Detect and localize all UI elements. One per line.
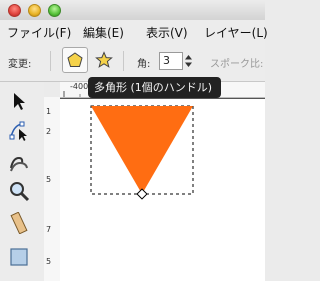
- corners-input[interactable]: 3: [159, 52, 183, 70]
- vertical-ruler: 1 2 5 7 5: [44, 97, 61, 281]
- selector-tool-button[interactable]: [6, 88, 32, 114]
- rect-tool-button[interactable]: [6, 244, 32, 270]
- star-icon: [95, 51, 113, 68]
- menubar: ファイル(F) 編集(E) 表示(V) レイヤー(L): [0, 20, 268, 41]
- toolbox: [0, 82, 44, 281]
- zoom-tool-button[interactable]: [6, 178, 32, 204]
- zoom-window-button[interactable]: [48, 4, 61, 17]
- menu-file[interactable]: ファイル(F): [7, 24, 71, 41]
- spoke-ratio-label: スポーク比:: [210, 59, 264, 70]
- toolbar-separator: [50, 51, 51, 71]
- node-tool-button[interactable]: [6, 118, 32, 144]
- ruler-icon: [10, 212, 28, 234]
- menu-layer[interactable]: レイヤー(L): [204, 24, 268, 41]
- tooltip: 多角形 (1個のハンドル): [88, 77, 221, 98]
- minimize-window-button[interactable]: [28, 4, 41, 17]
- canvas-shapes: [90, 105, 194, 200]
- arrow-pointer-icon: [14, 93, 25, 110]
- node-edit-icon: [9, 121, 27, 141]
- tweak-tool-button[interactable]: [6, 148, 32, 174]
- triangle-shape[interactable]: [91, 106, 193, 194]
- measure-tool-button[interactable]: [6, 210, 32, 236]
- polygon-mode-button[interactable]: [62, 47, 88, 73]
- window-titlebar: [0, 0, 265, 20]
- drawing-canvas[interactable]: [60, 98, 265, 281]
- ruler-label: 1: [46, 107, 52, 116]
- tweak-icon: [10, 156, 28, 172]
- menu-edit[interactable]: 編集(E): [83, 24, 124, 41]
- close-window-button[interactable]: [8, 4, 21, 17]
- polygon-handle[interactable]: [136, 188, 148, 200]
- star-mode-button[interactable]: [91, 47, 117, 73]
- ruler-label: 5: [46, 175, 52, 184]
- magnifier-icon: [10, 182, 30, 202]
- rectangle-icon: [10, 248, 28, 266]
- toolbar-separator: [123, 51, 124, 71]
- ruler-label: 2: [46, 127, 52, 136]
- menu-view[interactable]: 表示(V): [146, 24, 188, 41]
- mode-label: 変更:: [8, 59, 32, 70]
- polygon-icon: [67, 52, 83, 67]
- ruler-label: 5: [46, 257, 52, 266]
- ruler-label: 7: [46, 225, 52, 234]
- corners-stepper[interactable]: [184, 52, 193, 70]
- ruler-label: -400: [70, 82, 89, 91]
- tool-controls-bar: 変更: 角: 3 スポーク比:: [0, 41, 265, 82]
- corners-label: 角:: [137, 59, 151, 70]
